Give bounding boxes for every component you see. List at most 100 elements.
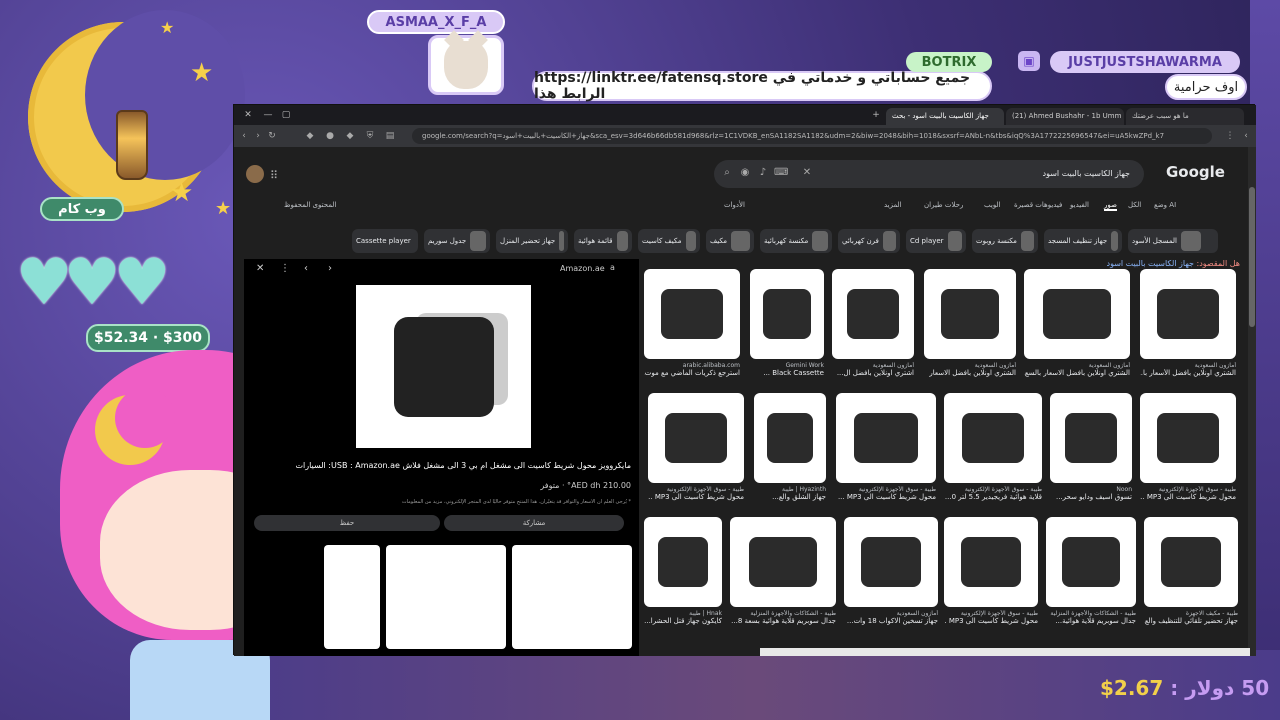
mic-icon[interactable]: ♪: [756, 166, 770, 180]
result-thumbnail[interactable]: [1140, 393, 1236, 483]
forward-icon[interactable]: ›: [252, 130, 264, 142]
shield-icon[interactable]: ⛨: [364, 130, 376, 142]
maximize-icon[interactable]: ▢: [280, 109, 292, 121]
chip[interactable]: مكنسة روبوت: [972, 229, 1038, 253]
result-title[interactable]: كايكون جهاز قتل الحشرا...: [644, 617, 722, 625]
result-title[interactable]: محول شريط كاسيت الى MP3 ...: [944, 617, 1038, 625]
back-icon-right[interactable]: ‹: [1240, 130, 1252, 142]
extension-icon[interactable]: ◆: [344, 130, 356, 142]
result-thumbnail[interactable]: [832, 269, 914, 359]
image-result[interactable]: طيبة - الشكاكات والأجهزة المنزلية جدال سو…: [1046, 517, 1136, 625]
related-image[interactable]: [386, 545, 506, 649]
related-image[interactable]: [324, 545, 380, 649]
image-result[interactable]: أمازون السعودية الشتري اونلاين بأفضل الاس…: [924, 269, 1016, 377]
result-title[interactable]: محول شريط كاسيت الى MP3 ...: [648, 493, 744, 501]
result-thumbnail[interactable]: [1140, 269, 1236, 359]
result-thumbnail[interactable]: [754, 393, 826, 483]
result-title[interactable]: الشتري اونلاين بأفضل الأسعار با...: [1140, 369, 1236, 377]
tab-search[interactable]: ما هو سبب عرضتك: [1126, 108, 1244, 125]
nav-more[interactable]: المزيد: [884, 201, 902, 209]
nav-all[interactable]: الكل: [1128, 201, 1141, 209]
page-scrollbar[interactable]: [1248, 147, 1256, 656]
result-thumbnail[interactable]: [648, 393, 744, 483]
result-title[interactable]: جهاز الشلق والع...: [754, 493, 826, 501]
result-thumbnail[interactable]: [1050, 393, 1132, 483]
close-icon[interactable]: ✕: [256, 263, 264, 274]
image-result[interactable]: arabic.alibaba.com استرجع ذكريات الماضي م…: [644, 269, 740, 377]
chevron-left-icon[interactable]: ‹: [304, 263, 308, 274]
tools-button[interactable]: الأدوات: [724, 201, 745, 209]
chip[interactable]: قائمة هوائية: [574, 229, 632, 253]
result-title[interactable]: جدال سوبريم قلاية هوائية بسعة 8...: [730, 617, 836, 625]
result-title[interactable]: Black Cassette ...: [750, 369, 824, 377]
image-result[interactable]: أمازون السعودية الشتري اونلاين بأفضل الأس…: [1140, 269, 1236, 377]
lens-icon[interactable]: ◉: [738, 166, 752, 180]
result-thumbnail[interactable]: [1024, 269, 1130, 359]
result-thumbnail[interactable]: [730, 517, 836, 607]
chip[interactable]: مكيف: [706, 229, 754, 253]
result-thumbnail[interactable]: [844, 517, 938, 607]
result-title[interactable]: الشتري اونلاين بأفضل الاسعار بالسع...: [1024, 369, 1130, 377]
image-result[interactable]: طيبة - مكيف الاجهزة جهاز تحضير تلقائي للت…: [1144, 517, 1238, 625]
result-thumbnail[interactable]: [644, 517, 722, 607]
menu-icon[interactable]: ⋮: [1224, 130, 1236, 142]
result-title[interactable]: محول شريط كاسيت الى MP3 ...: [836, 493, 936, 501]
result-thumbnail[interactable]: [644, 269, 740, 359]
url-field[interactable]: google.com/search?q=جهاز+الكاسيت+بالبيت+…: [412, 128, 1212, 144]
image-result[interactable]: طيبة - الشكاكات والأجهزة المنزلية جدال سو…: [730, 517, 836, 625]
extension-icon[interactable]: ●: [324, 130, 336, 142]
preview-source[interactable]: Amazon.ae: [560, 264, 605, 273]
result-title[interactable]: جهاز تسخين الاكواب 18 وات...: [844, 617, 938, 625]
image-result[interactable]: طيبة - سوق الأجهزة الإلكترونية محول شريط …: [648, 393, 744, 501]
preview-title[interactable]: مايكروويز محول شريط كاسيت الى مشغل ام بي…: [241, 461, 632, 470]
image-result[interactable]: طيبة - سوق الأجهزة الإلكترونية محول شريط …: [1140, 393, 1236, 501]
result-thumbnail[interactable]: [944, 393, 1042, 483]
chevron-right-icon[interactable]: ›: [328, 263, 332, 274]
chip[interactable]: مكيف كاسيت: [638, 229, 700, 253]
saved-content-link[interactable]: المحتوى المحفوظ: [284, 201, 336, 209]
scroll-thumb[interactable]: [1249, 187, 1255, 327]
back-icon[interactable]: ‹: [238, 130, 250, 142]
image-result[interactable]: طيبة - سوق الأجهزة الإلكترونية محول شريط …: [836, 393, 936, 501]
result-thumbnail[interactable]: [836, 393, 936, 483]
image-result[interactable]: Gemini Work Black Cassette ...: [750, 269, 824, 377]
tab-google-search[interactable]: جهاز الكاسيت بالبيت اسود - بحث: [886, 108, 1004, 125]
share-button[interactable]: مشاركة: [444, 515, 624, 531]
result-title[interactable]: جدال سوبريم قلاية هوائية...: [1046, 617, 1136, 625]
did-you-mean-link[interactable]: جهاز الكاسيت بالبيت اسود: [1107, 259, 1194, 268]
chip[interactable]: جهاز تحضير المنزل: [496, 229, 568, 253]
nav-ai-mode[interactable]: وضع AI: [1154, 201, 1176, 209]
result-thumbnail[interactable]: [1144, 517, 1238, 607]
search-box[interactable]: ⌕ ◉ ♪ ⌨ ✕ جهاز الكاسيت بالبيت اسود: [714, 160, 1144, 188]
chip[interactable]: Cd player: [906, 229, 966, 253]
result-thumbnail[interactable]: [944, 517, 1038, 607]
image-result[interactable]: أمازون السعودية الشتري اونلاين بأفضل الاس…: [1024, 269, 1130, 377]
result-title[interactable]: قلاية هوائية فريجيدير 5.5 لتر 0...: [944, 493, 1042, 501]
tab-youtube[interactable]: (21) Ahmed Bushahr - 1b Umm: [1006, 108, 1124, 125]
image-result[interactable]: Noon تسوق اسيف ودايو سحر...: [1050, 393, 1132, 501]
result-title[interactable]: جهاز تحضير تلقائي للتنظيف والع...: [1144, 617, 1238, 625]
result-thumbnail[interactable]: [1046, 517, 1136, 607]
chip[interactable]: المسجل الأسود: [1128, 229, 1218, 253]
save-button[interactable]: حفظ: [254, 515, 440, 531]
image-result[interactable]: أمازون السعودية اشتري اونلاين بأفضل ال...: [832, 269, 914, 377]
nav-images[interactable]: صور: [1104, 201, 1117, 211]
result-title[interactable]: تسوق اسيف ودايو سحر...: [1050, 493, 1132, 501]
google-logo[interactable]: Google: [1166, 163, 1225, 181]
nav-flights[interactable]: رحلات طيران: [924, 201, 963, 209]
result-title[interactable]: الشتري اونلاين بأفضل الاسعار: [924, 369, 1016, 377]
keyboard-icon[interactable]: ⌨: [774, 166, 788, 180]
preview-image[interactable]: [356, 285, 531, 448]
profile-avatar[interactable]: [246, 165, 264, 183]
chip[interactable]: جدول سوريم: [424, 229, 490, 253]
search-icon[interactable]: ⌕: [720, 166, 734, 180]
chip[interactable]: جهاز تنظيف المسجد: [1044, 229, 1122, 253]
close-window-icon[interactable]: ✕: [242, 109, 254, 121]
more-icon[interactable]: ⋮: [280, 263, 290, 274]
apps-grid-icon[interactable]: ⠿: [270, 169, 278, 182]
bookmark-icon[interactable]: ▤: [384, 130, 396, 142]
result-title[interactable]: محول شريط كاسيت الى MP3 ...: [1140, 493, 1236, 501]
nav-shorts[interactable]: فيديوهات قصيرة: [1014, 201, 1062, 209]
image-result[interactable]: طيبة - سوق الأجهزة الإلكترونية محول شريط …: [944, 517, 1038, 625]
result-title[interactable]: اشتري اونلاين بأفضل ال...: [832, 369, 914, 377]
